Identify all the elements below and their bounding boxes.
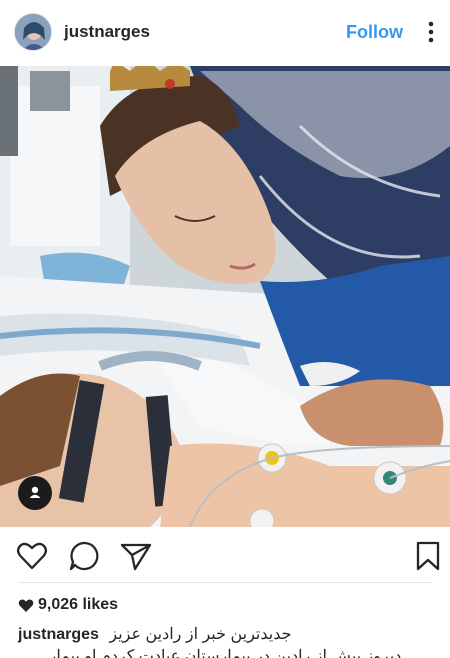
likes-count[interactable]: 9,026 likes — [18, 596, 118, 614]
bookmark-icon[interactable] — [410, 538, 446, 574]
follow-button[interactable]: Follow — [346, 22, 403, 43]
post-username[interactable]: justnarges — [64, 22, 150, 42]
caption: justnarges جدیدترین خبر از رادین عزیز — [18, 624, 438, 644]
post-photo[interactable] — [0, 66, 450, 527]
caption-username[interactable]: justnarges — [18, 626, 99, 643]
avatar[interactable] — [14, 13, 52, 51]
caption-second-line: دیروز پیش از رادین در بیمارستان عیادت کر… — [48, 648, 402, 658]
comment-icon[interactable] — [66, 538, 102, 574]
heart-small-icon — [18, 599, 34, 612]
divider — [18, 582, 432, 583]
heart-icon[interactable] — [14, 538, 50, 574]
send-icon[interactable] — [118, 538, 154, 574]
caption-text: جدیدترین خبر از رادین عزیز — [109, 626, 292, 643]
post-header: justnarges Follow — [0, 0, 450, 64]
user-tag-icon[interactable] — [18, 476, 52, 510]
more-options-icon[interactable] — [423, 20, 439, 44]
likes-text: 9,026 likes — [38, 596, 119, 613]
